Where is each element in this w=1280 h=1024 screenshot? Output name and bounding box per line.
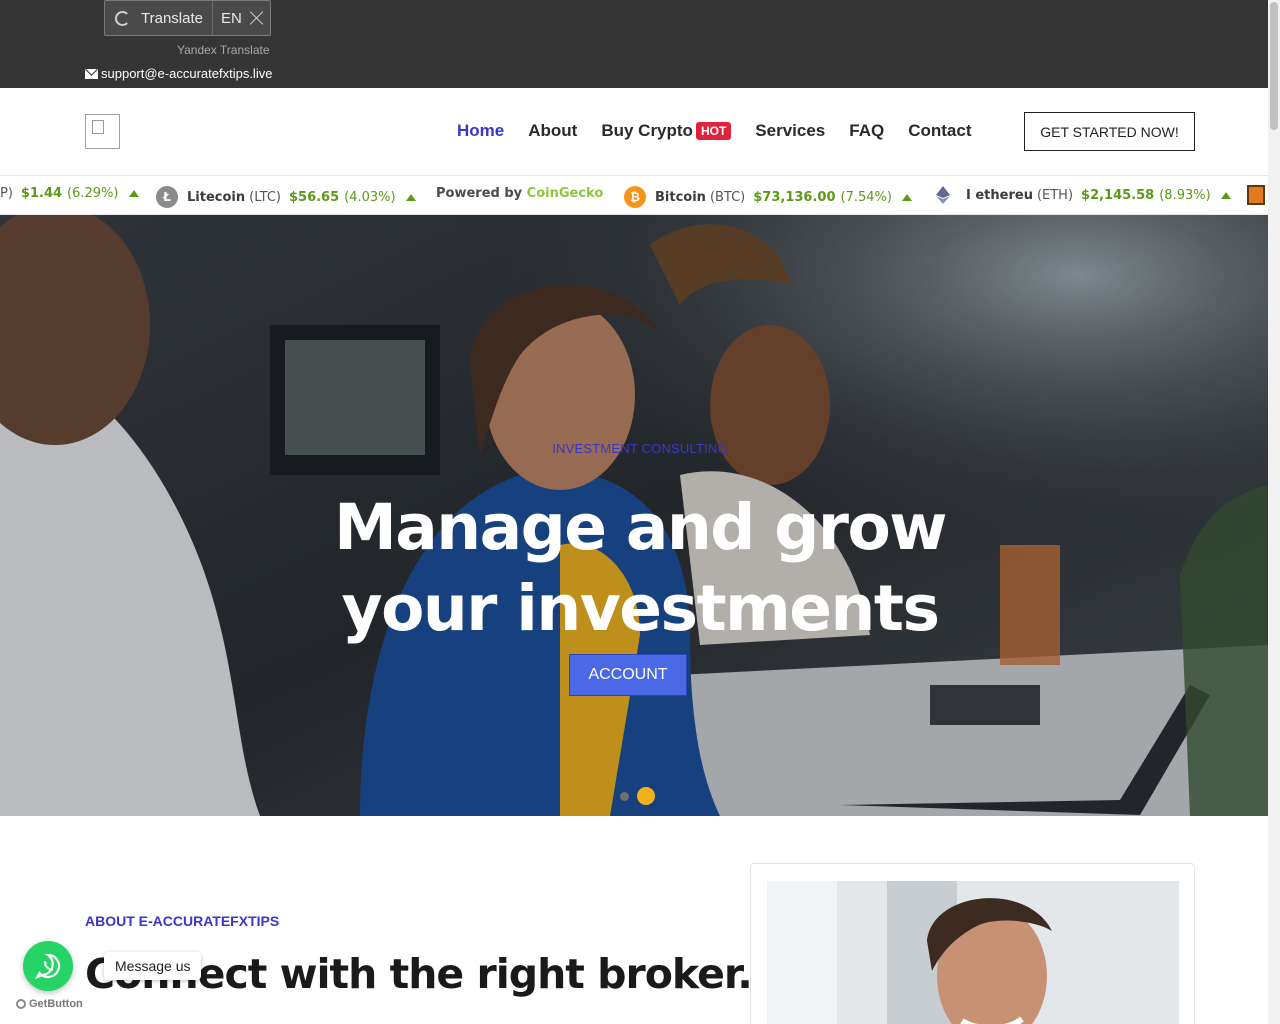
hero-title-line1: Manage and grow (334, 491, 947, 564)
translate-divider (211, 1, 213, 35)
ticker-item-ethereum[interactable]: I ethereu (ETH) $2,145.58 (8.93%) (930, 186, 1231, 204)
ticker-symbol: (LTC) (249, 189, 281, 205)
ticker-item-next[interactable] (1247, 185, 1265, 205)
ticker-price: $73,136.00 (753, 189, 836, 205)
nav-buy-crypto-label[interactable]: Buy Crypto (601, 121, 693, 141)
hero-title: Manage and grow your investments (0, 487, 1268, 649)
about-kicker: ABOUT E-ACCURATEFXTIPS (85, 913, 280, 929)
ticker-change: (4.03%) (344, 189, 396, 205)
translate-provider: Yandex Translate (177, 43, 270, 57)
ticker-change: (7.54%) (840, 189, 892, 205)
ethereum-icon (936, 186, 950, 204)
cube-coin-icon (1247, 185, 1265, 205)
ticker-price: $1.44 (20, 186, 63, 201)
powered-prefix: Powered by (436, 186, 523, 201)
ticker-price: $2,145.58 (1081, 187, 1155, 203)
ticker-item-bitcoin[interactable]: ₿ Bitcoin (BTC) $73,136.00 (7.54%) (624, 186, 912, 208)
hero-slider: INVESTMENT CONSULTING Manage and grow yo… (0, 215, 1268, 816)
slider-dots (620, 787, 655, 805)
ticker-change: (6.29%) (67, 186, 119, 201)
ticker-symbol: (BTC) (709, 189, 746, 205)
hot-badge: HOT (695, 122, 732, 140)
support-email-link[interactable]: support@e-accuratefxtips.live (85, 66, 272, 81)
ticker-coin-name: Litecoin (187, 189, 246, 205)
ticker-coin-name: I ethereu (966, 187, 1033, 203)
top-bar: Translate EN Yandex Translate support@e-… (0, 0, 1268, 88)
ticker-change: (8.93%) (1159, 187, 1211, 203)
language-selector[interactable]: EN (221, 10, 242, 27)
translate-label[interactable]: Translate (141, 10, 203, 27)
ticker-item-litecoin[interactable]: Ł Litecoin (LTC) $56.65 (4.03%) (156, 186, 416, 208)
about-photo (767, 881, 1179, 1024)
hero-kicker: INVESTMENT CONSULTING (552, 441, 728, 456)
main-nav: Home About Buy Crypto HOT Services FAQ C… (457, 121, 995, 141)
site-header: Home About Buy Crypto HOT Services FAQ C… (0, 88, 1268, 175)
getbutton-label[interactable]: GetButton (29, 998, 83, 1010)
slider-dot-1[interactable] (620, 791, 629, 801)
up-arrow-icon (405, 193, 416, 201)
nav-about[interactable]: About (528, 121, 577, 141)
nav-contact[interactable]: Contact (908, 121, 971, 141)
whatsapp-button[interactable] (23, 941, 73, 991)
getbutton-logo-icon (16, 999, 26, 1009)
crypto-ticker: P) $1.44 (6.29%) Ł Litecoin (LTC) $56.65… (0, 175, 1268, 215)
broken-image-icon (92, 120, 104, 134)
smiling-man-image (767, 881, 1179, 1024)
account-button[interactable]: ACCOUNT (569, 654, 687, 696)
nav-buy-crypto[interactable]: Buy Crypto HOT (601, 121, 732, 141)
ticker-price: $56.65 (288, 189, 340, 205)
up-arrow-icon (901, 193, 912, 201)
up-arrow-icon (128, 190, 139, 197)
ticker-symbol: P) (0, 186, 13, 201)
nav-home[interactable]: Home (457, 121, 504, 141)
loading-spinner-icon (115, 10, 130, 26)
powered-by-coingecko[interactable]: Powered by CoinGecko (436, 186, 603, 201)
coingecko-link[interactable]: CoinGecko (527, 186, 604, 201)
envelope-icon (85, 68, 98, 79)
nav-faq[interactable]: FAQ (849, 121, 884, 141)
chat-message-bubble[interactable]: Message us (104, 952, 202, 980)
page-scrollbar[interactable] (1268, 0, 1280, 1024)
up-arrow-icon (1220, 191, 1231, 199)
ticker-symbol: (ETH) (1036, 187, 1074, 203)
slider-dot-2[interactable] (637, 787, 655, 805)
hero-title-line2: your investments (341, 572, 940, 645)
site-logo[interactable] (85, 114, 120, 149)
whatsapp-icon (35, 953, 61, 980)
about-image-card (750, 863, 1195, 1024)
ticker-coin-name: Bitcoin (655, 189, 706, 205)
getbutton-branding[interactable]: GetButton (16, 998, 83, 1010)
nav-services[interactable]: Services (755, 121, 825, 141)
get-started-button[interactable]: GET STARTED NOW! (1024, 112, 1195, 151)
close-icon[interactable] (250, 11, 264, 25)
litecoin-icon: Ł (156, 186, 178, 208)
support-email-text[interactable]: support@e-accuratefxtips.live (101, 66, 272, 81)
bitcoin-icon: ₿ (624, 186, 646, 208)
scrollbar-thumb[interactable] (1270, 2, 1278, 130)
translate-widget[interactable]: Translate EN (104, 0, 271, 36)
ticker-item-partial[interactable]: P) $1.44 (6.29%) (0, 186, 139, 201)
